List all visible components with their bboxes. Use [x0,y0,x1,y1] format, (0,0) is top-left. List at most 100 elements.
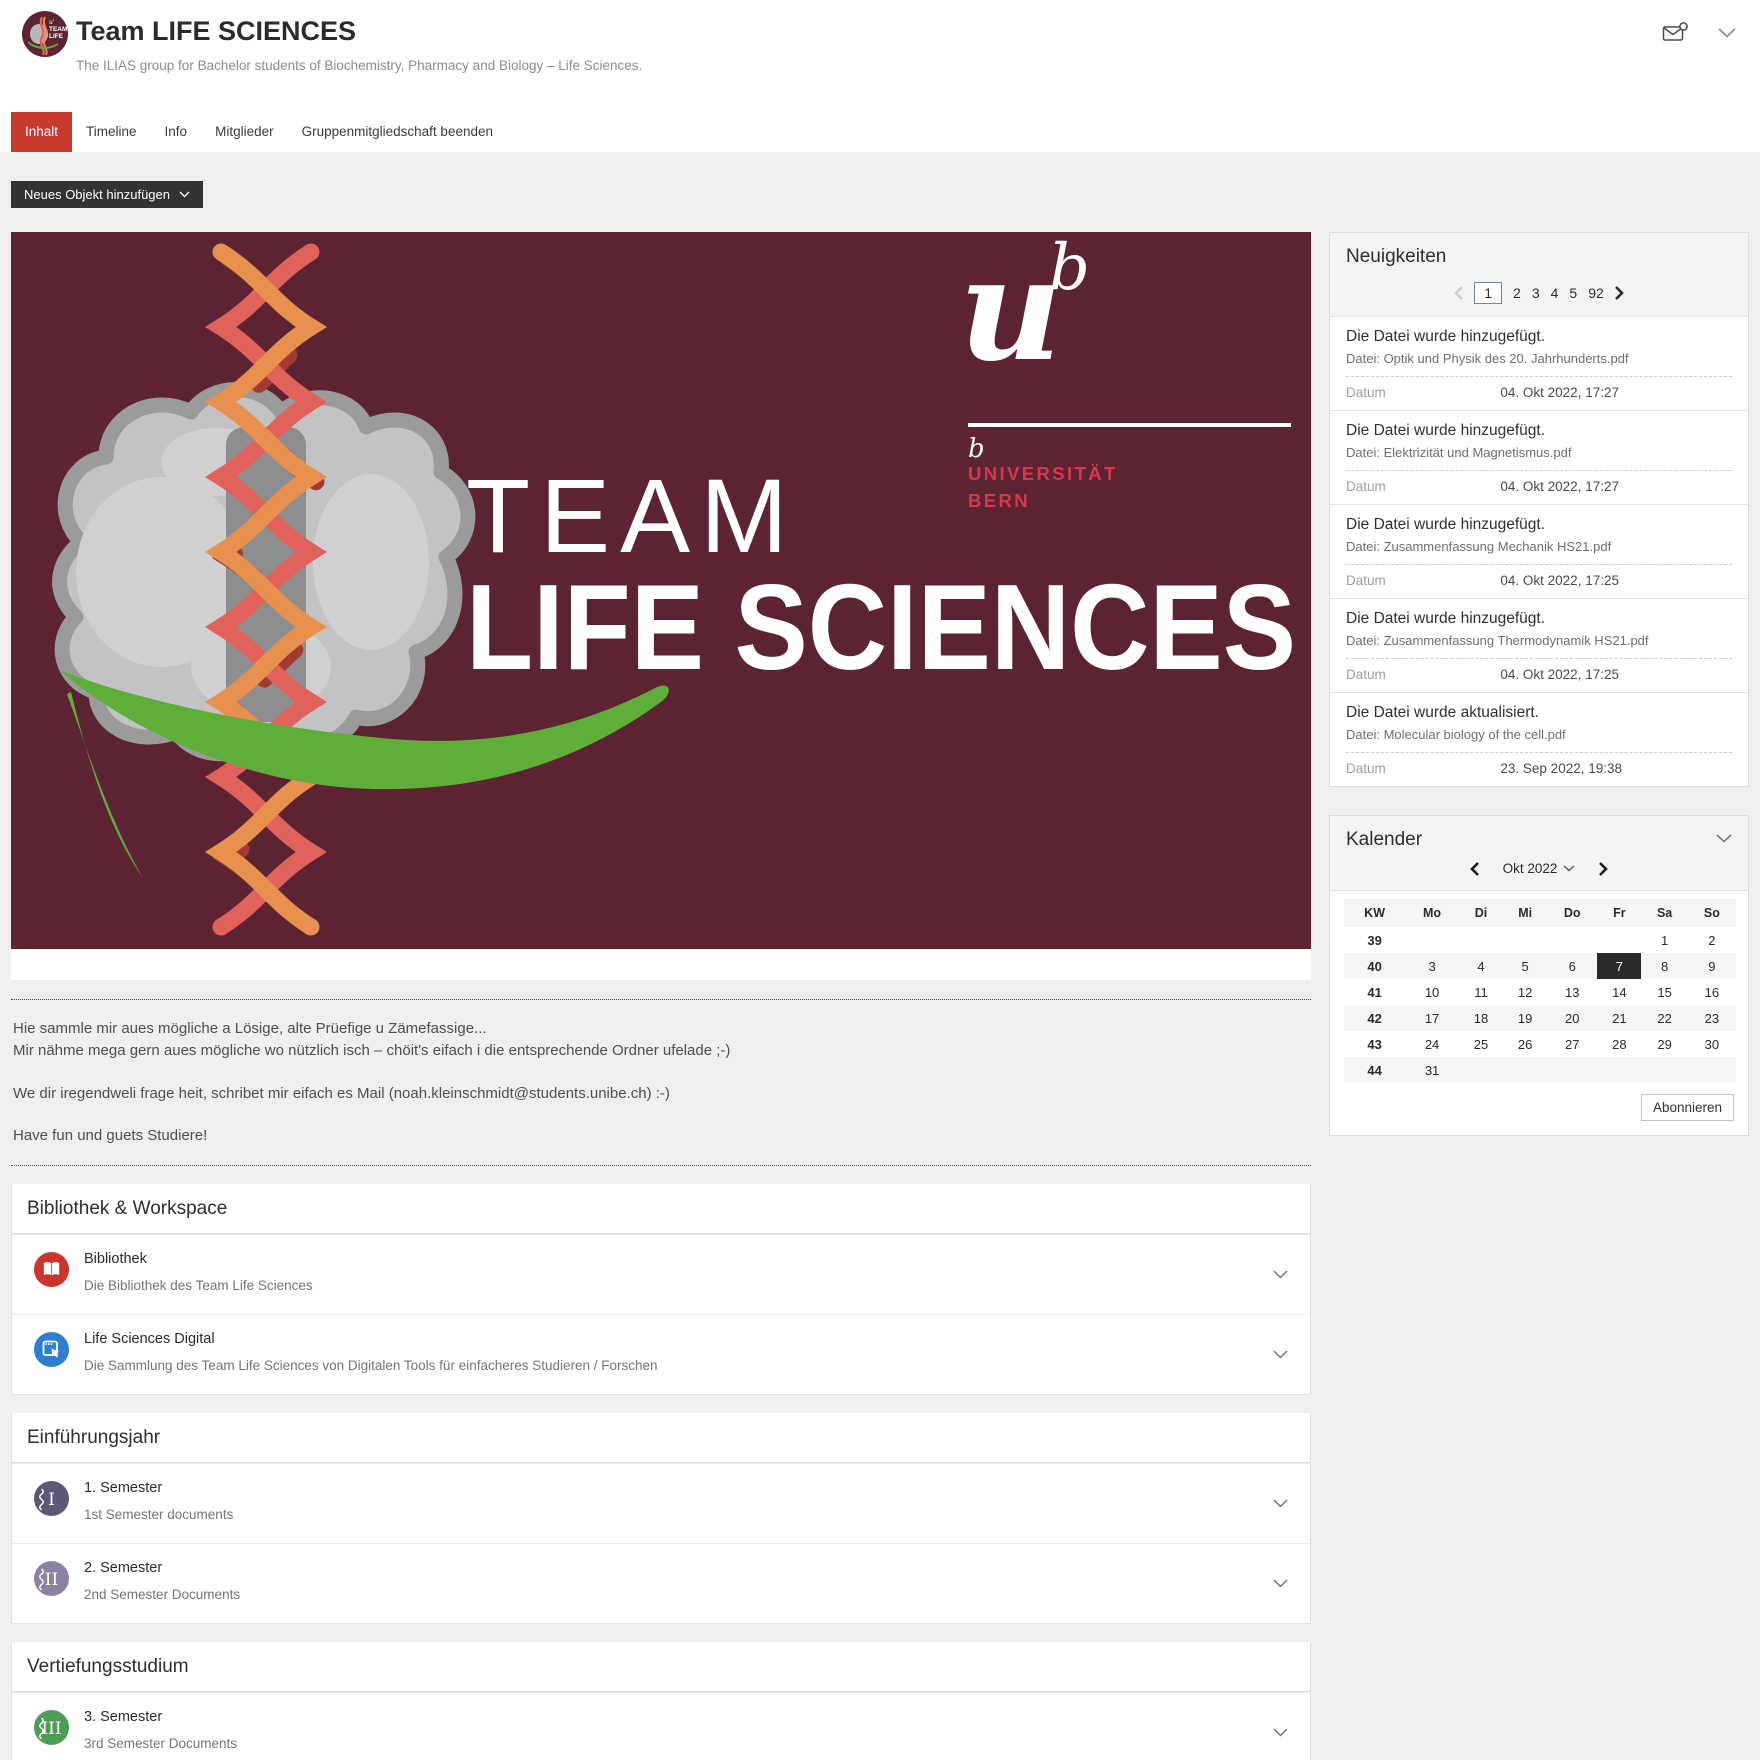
actions-menu-chevron-down-icon[interactable] [1718,28,1736,38]
mail-user-icon[interactable] [1662,22,1690,44]
tab-bar: Inhalt Timeline Info Mitglieder Gruppenm… [0,100,1760,152]
calendar-day[interactable]: 22 [1641,1005,1687,1031]
calendar-day[interactable] [1547,1057,1597,1083]
calendar-day[interactable] [1503,927,1547,953]
calendar-day[interactable] [1547,927,1597,953]
intro-text: Hie sammle mir aues mögliche a Lösige, a… [11,1000,1311,1165]
digital-tools-icon [34,1332,69,1367]
banner-team-line1: TEAM [466,458,798,575]
chevron-right-icon[interactable] [1615,286,1624,300]
calendar-day[interactable] [1405,927,1459,953]
collapse-chevron-down-icon[interactable] [1716,834,1732,843]
chevron-down-icon [1563,865,1575,872]
page-number-link[interactable]: 92 [1588,285,1604,301]
banner-block: TEAM LIFE SCIENCES u b b UNIVERSITÄT BER… [11,232,1311,980]
svg-text:LIFE: LIFE [49,33,64,40]
library-icon [34,1252,69,1287]
chevron-down-icon[interactable] [1273,1350,1288,1359]
calendar-day[interactable]: 23 [1688,1005,1736,1031]
calendar-day[interactable]: 4 [1459,953,1503,979]
calendar-day[interactable] [1459,1057,1503,1083]
item-title-link[interactable]: 3. Semester [84,1709,162,1725]
calendar-day-today[interactable]: 7 [1597,953,1641,979]
calendar-month-dropdown[interactable]: Okt 2022 [1503,861,1576,876]
week-number: 41 [1344,979,1405,1005]
calendar-col-header: Mo [1405,899,1459,927]
uni-name-line2: BERN [968,490,1030,511]
calendar-day[interactable]: 15 [1641,979,1687,1005]
chevron-down-icon[interactable] [1273,1579,1288,1588]
list-item-semester-1: I 1. Semester 1st Semester documents [12,1463,1310,1543]
calendar-day[interactable]: 2 [1688,927,1736,953]
chevron-down-icon[interactable] [1273,1728,1288,1737]
calendar-day[interactable]: 6 [1547,953,1597,979]
calendar-day[interactable]: 26 [1503,1031,1547,1057]
dotted-separator [11,1165,1311,1166]
dashed-separator [1346,564,1732,565]
calendar-day[interactable]: 11 [1459,979,1503,1005]
calendar-day[interactable] [1597,1057,1641,1083]
calendar-day[interactable]: 21 [1597,1005,1641,1031]
calendar-day[interactable]: 5 [1503,953,1547,979]
calendar-day[interactable]: 28 [1597,1031,1641,1057]
page-number-link[interactable]: 2 [1513,285,1521,301]
page-number-link[interactable]: 4 [1551,285,1559,301]
tab-mitglieder[interactable]: Mitglieder [201,112,288,152]
item-title-link[interactable]: Bibliothek [84,1251,147,1267]
tab-inhalt[interactable]: Inhalt [11,112,72,152]
calendar-next-chevron-right-icon[interactable] [1599,862,1608,876]
calendar-day[interactable]: 8 [1641,953,1687,979]
calendar-week-row: 42 17 18 19 20 21 22 23 [1344,1005,1736,1031]
calendar-day[interactable]: 19 [1503,1005,1547,1031]
calendar-day[interactable] [1503,1057,1547,1083]
calendar-day[interactable]: 10 [1405,979,1459,1005]
calendar-prev-chevron-left-icon[interactable] [1470,862,1479,876]
calendar-day[interactable]: 18 [1459,1005,1503,1031]
tab-gruppenmitgliedschaft-beenden[interactable]: Gruppenmitgliedschaft beenden [288,112,507,152]
tab-timeline[interactable]: Timeline [72,112,151,152]
calendar-day[interactable]: 1 [1641,927,1687,953]
intro-line-1: Hie sammle mir aues mögliche a Lösige, a… [13,1020,487,1037]
calendar-day[interactable] [1688,1057,1736,1083]
calendar-col-header: Do [1547,899,1597,927]
calendar-day[interactable]: 27 [1547,1031,1597,1057]
chevron-down-icon[interactable] [1273,1270,1288,1279]
svg-text:III: III [41,1719,61,1739]
calendar-day[interactable]: 31 [1405,1057,1459,1083]
calendar-day[interactable] [1641,1057,1687,1083]
calendar-day[interactable]: 20 [1547,1005,1597,1031]
calendar-day[interactable]: 12 [1503,979,1547,1005]
calendar-week-row: 41 10 11 12 13 14 15 16 [1344,979,1736,1005]
calendar-day[interactable]: 3 [1405,953,1459,979]
semester-3-icon: III [34,1710,69,1745]
item-title-link[interactable]: 2. Semester [84,1560,162,1576]
subscribe-button[interactable]: Abonnieren [1641,1094,1734,1121]
calendar-grid: KW Mo Di Mi Do Fr Sa So 39 [1344,899,1736,1083]
calendar-day[interactable]: 25 [1459,1031,1503,1057]
calendar-day[interactable]: 13 [1547,979,1597,1005]
calendar-day[interactable]: 30 [1688,1031,1736,1057]
calendar-day[interactable]: 29 [1641,1031,1687,1057]
calendar-day[interactable]: 17 [1405,1005,1459,1031]
tab-info[interactable]: Info [151,112,202,152]
calendar-day[interactable]: 24 [1405,1031,1459,1057]
calendar-day[interactable]: 14 [1597,979,1641,1005]
news-date-value: 04. Okt 2022, 17:25 [1500,667,1619,682]
item-title-link[interactable]: 1. Semester [84,1480,162,1496]
calendar-day[interactable] [1459,927,1503,953]
page-number-link[interactable]: 5 [1569,285,1577,301]
news-pagination: 1 2 3 4 5 92 [1330,274,1748,316]
item-title-link[interactable]: Life Sciences Digital [84,1331,215,1347]
news-item: Die Datei wurde hinzugefügt. Datei: Zusa… [1330,504,1748,598]
calendar-day[interactable]: 9 [1688,953,1736,979]
page-number-current: 1 [1474,282,1502,304]
page-number-link[interactable]: 3 [1532,285,1540,301]
calendar-day[interactable] [1597,927,1641,953]
chevron-down-icon[interactable] [1273,1499,1288,1508]
add-object-button[interactable]: Neues Objekt hinzufügen [11,181,203,208]
chevron-left-icon[interactable] [1454,286,1463,300]
week-number: 39 [1344,927,1405,953]
calendar-day[interactable]: 16 [1688,979,1736,1005]
sidebar: Neuigkeiten 1 2 3 4 5 92 [1329,232,1749,1136]
news-date-label: Datum [1346,667,1500,682]
